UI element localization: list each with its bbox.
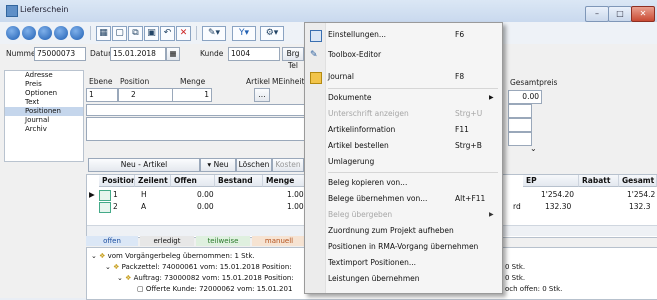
status-teilweise[interactable]: teilweise [196,236,250,246]
artikel-text-field-1[interactable] [86,104,306,116]
undo-icon[interactable]: ↶ [160,26,175,41]
maximize-button[interactable]: □ [608,6,632,22]
calendar-button[interactable]: ▦ [166,47,180,61]
neu-artikel-button[interactable]: Neu - Artikel [88,158,200,172]
artikel-label: Artikel [246,77,271,86]
sidebar-nav: Adresse Preis Optionen Text Positionen J… [4,70,84,162]
window-title: Lieferschein [20,5,69,14]
status-legend: offen erledigt teilweise manuell [86,236,306,246]
last-record-icon[interactable] [54,26,68,40]
kosten-button[interactable]: Kosten [272,158,304,172]
right-field-2[interactable] [508,118,532,132]
artikel-browse-button[interactable]: ... [254,88,270,102]
menu-item-textimport[interactable]: Textimport Positionen... [305,255,502,271]
menu-item-beleg-kopieren[interactable]: Beleg kopieren von... [305,175,502,191]
tel-label: Tel [288,61,299,70]
tree-right-text: 0 Stk. [505,263,526,271]
neu-button[interactable]: ▾ Neu [200,158,236,172]
col-gesamt[interactable]: Gesamt [619,175,657,187]
tree-item[interactable]: ⌄ ❖ Auftrag: 73000082 vom: 15.01.2018 Po… [117,274,294,282]
status-manuell[interactable]: manuell [252,236,306,246]
brg-button[interactable]: Brg [282,47,304,61]
kunde-field[interactable]: 1004 [228,47,280,61]
menu-item-journal[interactable]: Journal F8 [305,69,502,85]
gesamtpreis-label: Gesamtpreis [510,78,558,87]
submenu-arrow-icon: ▶ [489,211,494,218]
menu-item-belege-uebernehmen[interactable]: Belege übernehmen von... Alt+F11 [305,191,502,207]
wrench-icon: ✎ [310,50,318,60]
datum-field[interactable]: 15.01.2018 [110,47,166,61]
sidebar-item-positionen[interactable]: Positionen [5,107,83,116]
tools-dropdown-icon[interactable]: ✎▾ [202,26,226,41]
menu-item-artikel-bestellen[interactable]: Artikel bestellen Strg+B [305,138,502,154]
lieferschein-window: Lieferschein – □ ✕ ▦ ▢ ⧉ ▣ ↶ ✕ ✎▾ Y▾ ⚙▾ … [0,0,657,300]
chevron-down-icon[interactable]: ⌄ [530,144,537,153]
menu-item-toolbox-editor[interactable]: ✎ Toolbox-Editor [305,47,502,63]
position-label: Position [120,77,150,86]
settings-icon [310,30,322,42]
tree-item[interactable]: ▢ Offerte Kunde: 72000062 vom: 15.01.201 [137,285,292,293]
col-zeilent[interactable]: Zeilent [135,175,171,187]
submenu-arrow-icon: ▶ [489,94,494,101]
col-rabatt[interactable]: Rabatt [579,175,619,187]
delete-icon[interactable]: ✕ [176,26,191,41]
menge-label: Menge [180,77,206,86]
menu-item-einstellungen[interactable]: Einstellungen... F6 [305,27,502,43]
app-icon [6,5,18,17]
col-bestand[interactable]: Bestand [215,175,263,187]
copy-icon[interactable]: ⧉ [128,26,143,41]
context-menu: Einstellungen... F6 ✎ Toolbox-Editor Jour… [304,22,503,294]
tree-item[interactable]: ⌄ ❖ Packzettel: 74000061 vom: 15.01.2018… [105,263,292,271]
save-icon[interactable]: ▣ [144,26,159,41]
right-field-1[interactable] [508,104,532,118]
grid-view-icon[interactable]: ▦ [96,26,111,41]
kunde-label: Kunde [200,49,224,58]
menu-item-rma-uebernehmen[interactable]: Positionen in RMA-Vorgang übernehmen [305,239,502,255]
ebene-field[interactable]: 1 [86,88,118,102]
sidebar-item-text[interactable]: Text [5,98,83,107]
filter-dropdown-icon[interactable]: Y▾ [232,26,256,41]
sidebar-item-archiv[interactable]: Archiv [5,125,83,134]
position-panel: Ebene Position Menge Artikel MEinheit 1 … [84,70,306,172]
sidebar-item-adresse[interactable]: Adresse [5,71,83,80]
menu-item-artikelinformation[interactable]: Artikelinformation F11 [305,122,502,138]
menu-item-dokumente[interactable]: Dokumente ▶ [305,90,502,106]
col-menge[interactable]: Menge [263,175,307,187]
tree-right-text: 0 Stk. [505,274,526,282]
menu-item-umlagerung[interactable]: Umlagerung [305,154,502,170]
menu-item-beleg-uebergeben: Beleg übergeben ▶ [305,207,502,223]
artikel-text-field-2[interactable] [86,117,306,141]
loeschen-button[interactable]: Löschen [236,158,272,172]
right-field-3[interactable] [508,132,532,146]
meinheit-label: MEinheit [272,77,305,86]
menu-item-leistungen-uebernehmen[interactable]: Leistungen übernehmen [305,271,502,287]
new-doc-icon[interactable]: ▢ [112,26,127,41]
first-record-icon[interactable] [6,26,20,40]
gesamtpreis-field[interactable]: 0.00 [508,90,542,104]
status-offen[interactable]: offen [86,236,138,246]
col-ep[interactable]: EP [523,175,579,187]
nummer-field[interactable]: 75000073 [34,47,86,61]
sidebar-item-preis[interactable]: Preis [5,80,83,89]
minimize-button[interactable]: – [585,6,609,22]
refresh-icon[interactable] [70,26,84,40]
menge-field[interactable]: 1 [172,88,212,102]
sidebar-item-journal[interactable]: Journal [5,116,83,125]
close-button[interactable]: ✕ [631,6,655,22]
menu-item-zuordnung-aufheben[interactable]: Zuordnung zum Projekt aufheben [305,223,502,239]
ebene-label: Ebene [89,77,113,86]
next-record-icon[interactable] [38,26,52,40]
col-position[interactable]: Position [99,175,135,187]
settings-dropdown-icon[interactable]: ⚙▾ [260,26,284,41]
title-bar[interactable]: Lieferschein – □ ✕ [0,0,657,23]
menu-item-unterschrift-anzeigen: Unterschrift anzeigen Strg+U [328,109,483,118]
col-offen[interactable]: Offen [171,175,215,187]
sidebar-item-optionen[interactable]: Optionen [5,89,83,98]
journal-icon [310,72,322,84]
tree-item[interactable]: ⌄ ❖ vom Vorgängerbeleg übernommen: 1 Stk… [91,252,255,260]
tree-right-text: och offen: 0 Stk. [505,285,563,293]
status-erledigt[interactable]: erledigt [140,236,194,246]
prev-record-icon[interactable] [22,26,36,40]
